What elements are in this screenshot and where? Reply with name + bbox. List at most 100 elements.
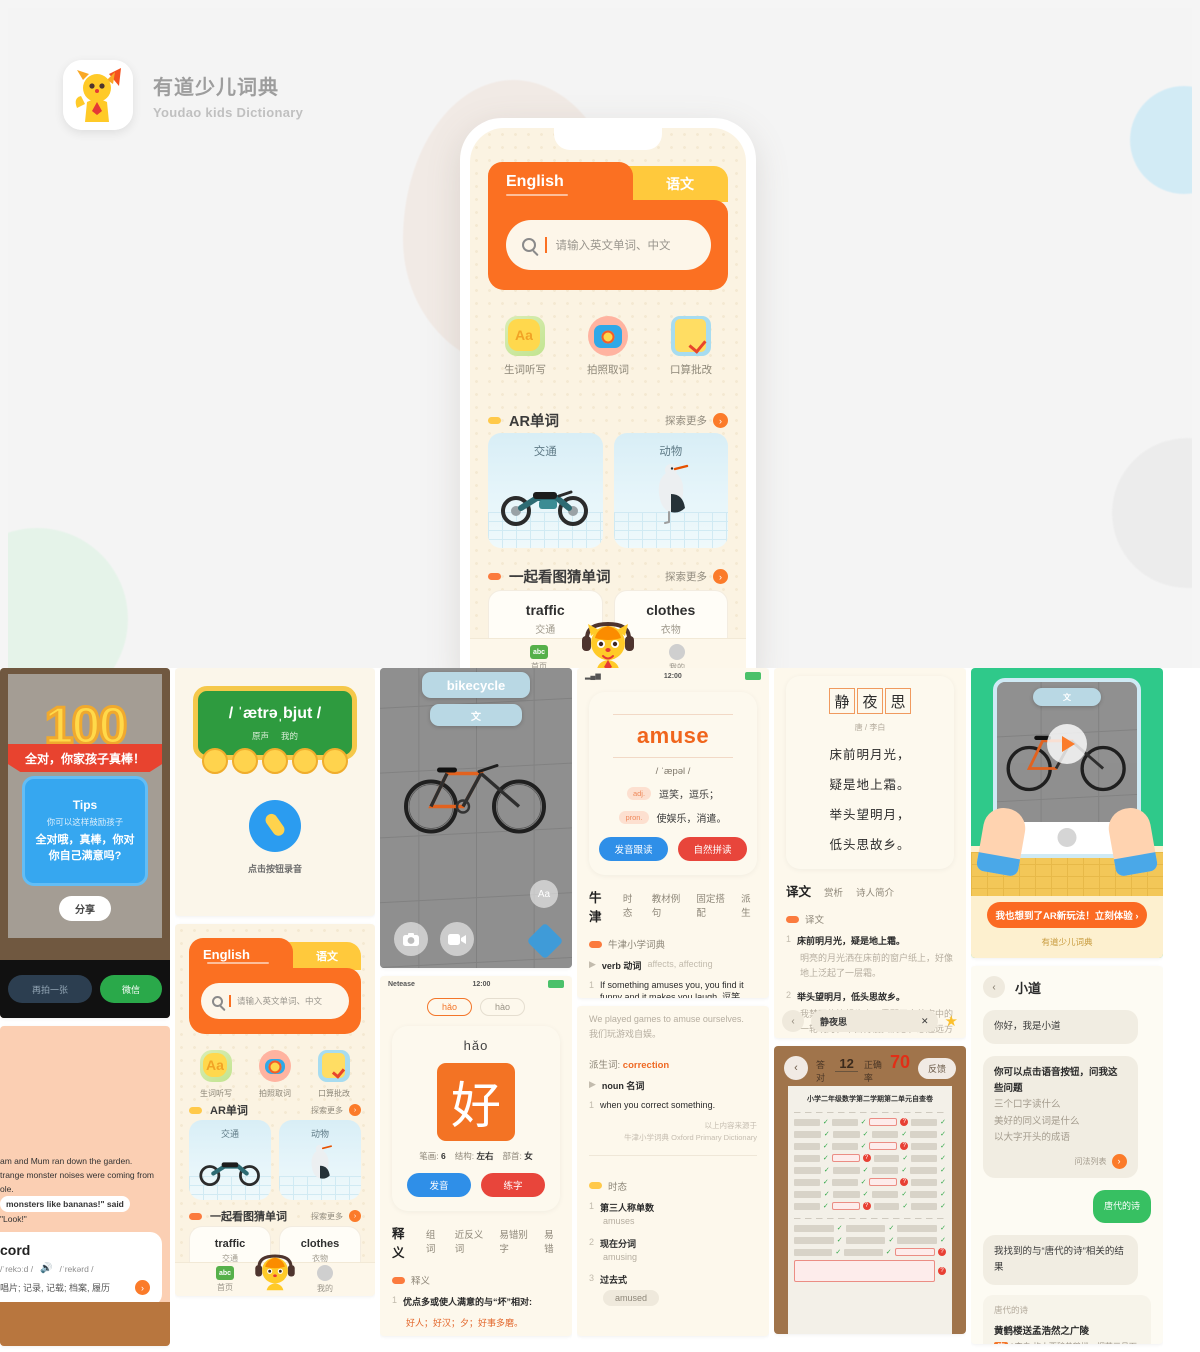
tab-definition[interactable]: 释义 (392, 1223, 413, 1261)
phonics-button[interactable]: 自然拼读 (678, 837, 747, 861)
pinyin-tab-active[interactable]: hǎo (426, 998, 472, 1016)
share-button[interactable]: 分享 (59, 896, 111, 921)
tab-typos[interactable]: 易错别字 (499, 1227, 531, 1255)
result-query: 唐代的诗 (994, 1305, 1029, 1316)
tab-textbook[interactable]: 教材例句 (652, 891, 684, 919)
chat-header: ‹ 小道 (983, 976, 1151, 998)
tab-tense[interactable]: 时态 (623, 891, 639, 919)
search-field[interactable]: 静夜思 ✕ (811, 1010, 938, 1032)
close-icon[interactable]: ✕ (921, 1016, 929, 1027)
search-input[interactable]: 请输入英文单词、中文 (201, 983, 349, 1019)
screenshot-poem[interactable]: 静 夜 思 唐 / 李白 床前明月光， 疑是地上霜。 举头望明月， 低头思故乡。… (774, 668, 966, 1038)
ar-card-transport[interactable]: 交通 (488, 433, 603, 548)
ar-card-animals[interactable]: 动物 (613, 433, 728, 548)
screenshot-hanzi-hao[interactable]: Netease 12:00 hǎo hào hǎo 好 笔画: 6 结构: 左右 (380, 976, 572, 1336)
chevron-right-icon[interactable]: › (135, 1280, 150, 1295)
quick-action-dictation[interactable]: 生词听写 (189, 1050, 243, 1099)
fox-headphones-mascot[interactable] (579, 616, 637, 668)
quick-action-label: 生词听写 (504, 364, 546, 376)
screenshot-amuse-word[interactable]: ▂▄▆ 12:00 amuse / ˈæpəl / adj. 逗笑，逗乐； pr… (577, 668, 769, 998)
quick-action-math[interactable]: 口算批改 (654, 316, 728, 377)
tab-collocation[interactable]: 固定搭配 (696, 891, 728, 919)
tab-derived[interactable]: 派生 (741, 891, 757, 919)
speaker-icon[interactable]: 🔊 (40, 1263, 52, 1274)
wechat-share-button[interactable]: 微信 (100, 975, 162, 1003)
microphone-icon[interactable] (249, 800, 301, 852)
tab-more[interactable]: 易错 (544, 1227, 560, 1255)
screenshot-ar-bike[interactable]: bikecycle 文 Aa (380, 668, 572, 968)
ar-text-chip[interactable]: 文 (430, 704, 522, 726)
tabbar-item-profile[interactable]: 我的 (293, 1265, 357, 1294)
tab-synonyms[interactable]: 近反义词 (455, 1227, 487, 1255)
fox-headphones-mascot[interactable] (253, 1250, 297, 1294)
result-card[interactable]: 唐代的诗 黄鹤楼送孟浩然之广陵 唐 / 李白 故人西辞黄鹤楼，烟花三月下扬...… (983, 1295, 1151, 1344)
poem-line: 床前明月光， (829, 748, 911, 762)
prompt-item[interactable]: 以大字开头的成语 (994, 1130, 1127, 1146)
tab-words[interactable]: 组词 (426, 1227, 442, 1255)
tab-english[interactable]: English (488, 162, 633, 202)
screenshot-home-duplicate[interactable]: 语文 English 请输入英文单词、中文 生词听写 (175, 924, 375, 1296)
camera-icon[interactable] (394, 922, 428, 956)
tab-appreciation[interactable]: 赏析 (824, 885, 843, 899)
praise-ribbon: 全对，你家孩子真棒！ (8, 744, 162, 772)
quick-action-dictation[interactable]: 生词听写 (488, 316, 562, 377)
tab-oxford[interactable]: 牛津 (589, 887, 610, 925)
more-prompts-link[interactable]: 问法列表 › (994, 1153, 1127, 1169)
noun-pos: noun 名词 (601, 1080, 645, 1091)
search-body: 请输入英文单词、中文 (488, 200, 728, 290)
meta-key: 笔画: (419, 1151, 439, 1161)
screenshot-ar-promo[interactable]: 文 我也想到了AR新玩法！立刻体验 › 有道少儿词典 (971, 668, 1163, 958)
bullet-icon (589, 1182, 602, 1190)
read-aloud-button[interactable]: 发音跟读 (599, 837, 668, 861)
practice-button[interactable]: 练字 (481, 1173, 545, 1197)
prompt-item[interactable]: 美好的同义词是什么 (994, 1114, 1127, 1130)
back-icon[interactable]: ‹ (983, 976, 1005, 998)
explore-more-ar[interactable]: 探索更多 › (311, 1104, 361, 1116)
retake-button[interactable]: 再拍一张 (8, 975, 92, 1003)
screenshot-reading-lookup[interactable]: am and Mum ran down the garden. trange m… (0, 1026, 170, 1346)
tab-poet[interactable]: 诗人简介 (856, 885, 894, 899)
ar-card-animals[interactable]: 动物 (279, 1120, 361, 1200)
original-audio[interactable]: 原声 (252, 730, 269, 742)
quick-action-photo[interactable]: 拍照取词 (248, 1050, 302, 1099)
promo-cta-button[interactable]: 我也想到了AR新玩法！立刻体验 › (987, 902, 1147, 928)
screenshot-math-100[interactable]: 100 全对，你家孩子真棒！ Tips 你可以这样鼓励孩子 全对哦，真棒，你对你… (0, 668, 170, 1018)
search-input[interactable]: 请输入英文单词、中文 (505, 220, 711, 270)
quick-action-math[interactable]: 口算批改 (307, 1050, 361, 1099)
screenshot-amuse-detail[interactable]: We played games to amuse ourselves. 我们玩游… (577, 1006, 769, 1336)
pronounce-button[interactable]: 发音 (407, 1173, 471, 1197)
text-size-icon[interactable]: Aa (530, 880, 558, 908)
quick-action-photo[interactable]: 拍照取词 (571, 316, 645, 377)
screenshot-pronunciation[interactable]: / ˈætrəˌbjut / 原声 我的 点击按钮录音 (175, 668, 375, 916)
back-icon[interactable]: ‹ (782, 1010, 804, 1032)
video-icon[interactable] (440, 922, 474, 956)
explore-more-ar[interactable]: 探索更多 › (665, 413, 728, 428)
tabbar-item-home[interactable]: abc 首页 (193, 1266, 257, 1293)
tense-entry: 1 第三人称单数 (589, 1193, 757, 1214)
screenshot-chat-assistant[interactable]: ‹ 小道 你好，我是小道 你可以点击语音按钮，问我这些问题 三个口字读什么 美好… (971, 966, 1163, 1344)
tabbar-item-profile[interactable]: 我的 (645, 644, 709, 668)
ar-word-chip[interactable]: bikecycle (422, 672, 530, 698)
explore-more-guess[interactable]: 探索更多 › (665, 569, 728, 584)
favorite-star-icon[interactable]: ★ (945, 1012, 958, 1030)
lookup-word: cord (0, 1242, 31, 1258)
record-label: 点击按钮录音 (247, 864, 302, 874)
screenshot-exam-grading[interactable]: ‹ 答对 12 正确率 70 反馈 小学二年级数学第二学期第二单元自查卷 ✓ ✓?… (774, 1046, 966, 1334)
play-icon[interactable] (1047, 723, 1087, 764)
my-audio[interactable]: 我的 (281, 730, 298, 742)
ar-card-transport[interactable]: 交通 (189, 1120, 271, 1200)
back-icon[interactable]: ‹ (784, 1056, 808, 1080)
prompt-item[interactable]: 三个口字读什么 (994, 1097, 1127, 1113)
tabbar-item-home[interactable]: abc 首页 (507, 645, 571, 668)
guess-word-en: traffic (214, 1238, 246, 1250)
result-meta: 唐 / 李白 故人西辞黄鹤楼，烟花三月下扬... (994, 1341, 1140, 1344)
tab-english[interactable]: English (189, 938, 293, 970)
pinyin-tab[interactable]: hào (480, 998, 526, 1016)
app-icon[interactable] (63, 60, 133, 130)
explore-more-guess[interactable]: 探索更多 › (311, 1210, 361, 1222)
tab-translation[interactable]: 译文 (786, 881, 811, 900)
book-line: am and Mum ran down the garden. (0, 1156, 133, 1166)
tense-chip: amused (603, 1290, 660, 1307)
feedback-button[interactable]: 反馈 (917, 1057, 956, 1079)
ar-card-label: 交通 (533, 446, 557, 458)
